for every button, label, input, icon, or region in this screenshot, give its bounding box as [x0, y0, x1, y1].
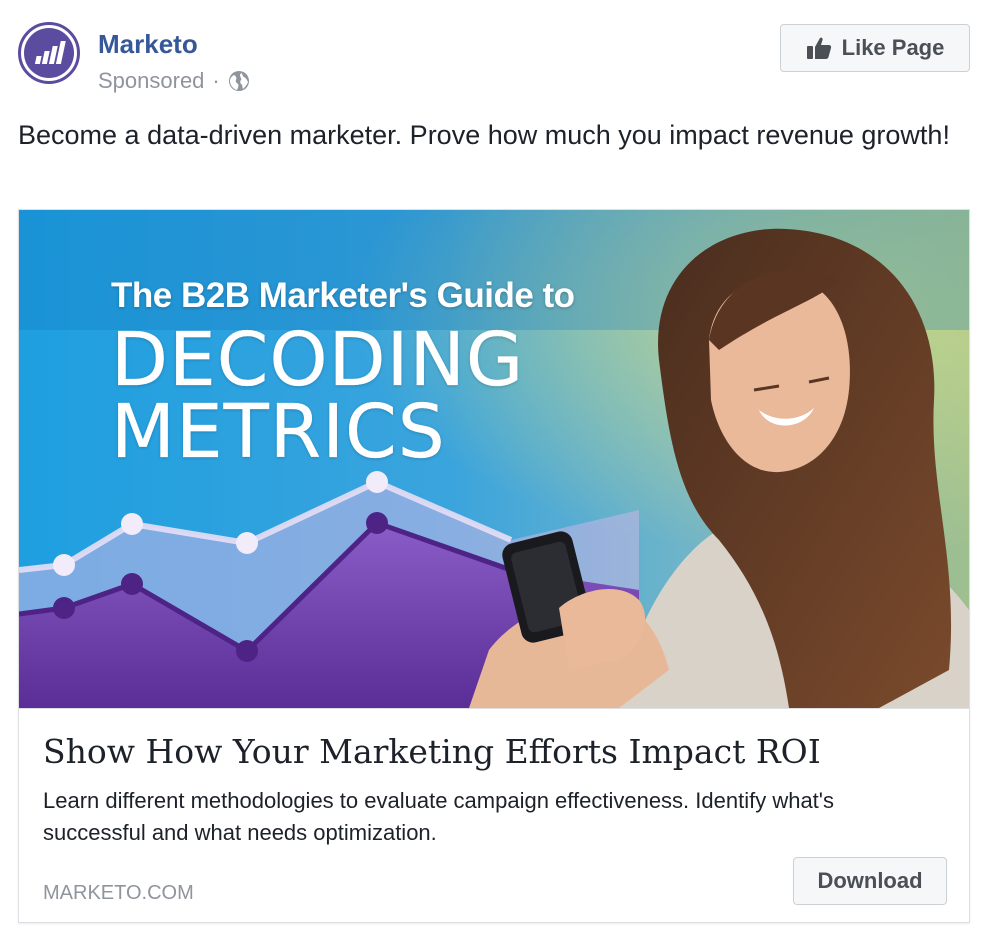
creative-title-line-1: DECODING [111, 317, 525, 403]
marketo-logo-icon [24, 28, 74, 78]
post-message: Become a data-driven marketer. Prove how… [18, 120, 950, 150]
sponsored-post: Marketo Sponsored · Like Page Become a d… [0, 0, 982, 936]
link-domain: MARKETO.COM [43, 882, 194, 904]
creative-title-line-2: METRICS [111, 389, 446, 475]
like-page-label: Like Page [841, 35, 945, 60]
page-name-link[interactable]: Marketo [98, 28, 198, 60]
link-description: Learn different methodologies to evaluat… [43, 788, 834, 845]
sponsored-label[interactable]: Sponsored [98, 66, 204, 96]
link-headline[interactable]: Show How Your Marketing Efforts Impact R… [43, 731, 943, 773]
thumbs-up-icon [806, 36, 832, 60]
creative-headline: The B2B Marketer's Guide to DECODING MET… [111, 274, 575, 475]
link-preview[interactable]: Show How Your Marketing Efforts Impact R… [19, 708, 969, 922]
download-button[interactable]: Download [793, 857, 947, 905]
meta-separator: · [212, 68, 220, 93]
globe-icon[interactable] [228, 70, 250, 92]
page-avatar[interactable] [18, 22, 80, 84]
creative-subtitle: The B2B Marketer's Guide to [111, 276, 575, 315]
post-meta: Sponsored · [98, 66, 250, 96]
like-page-button[interactable]: Like Page [780, 24, 970, 72]
ad-creative-image[interactable]: The B2B Marketer's Guide to DECODING MET… [19, 210, 969, 708]
link-card[interactable]: The B2B Marketer's Guide to DECODING MET… [18, 209, 970, 923]
